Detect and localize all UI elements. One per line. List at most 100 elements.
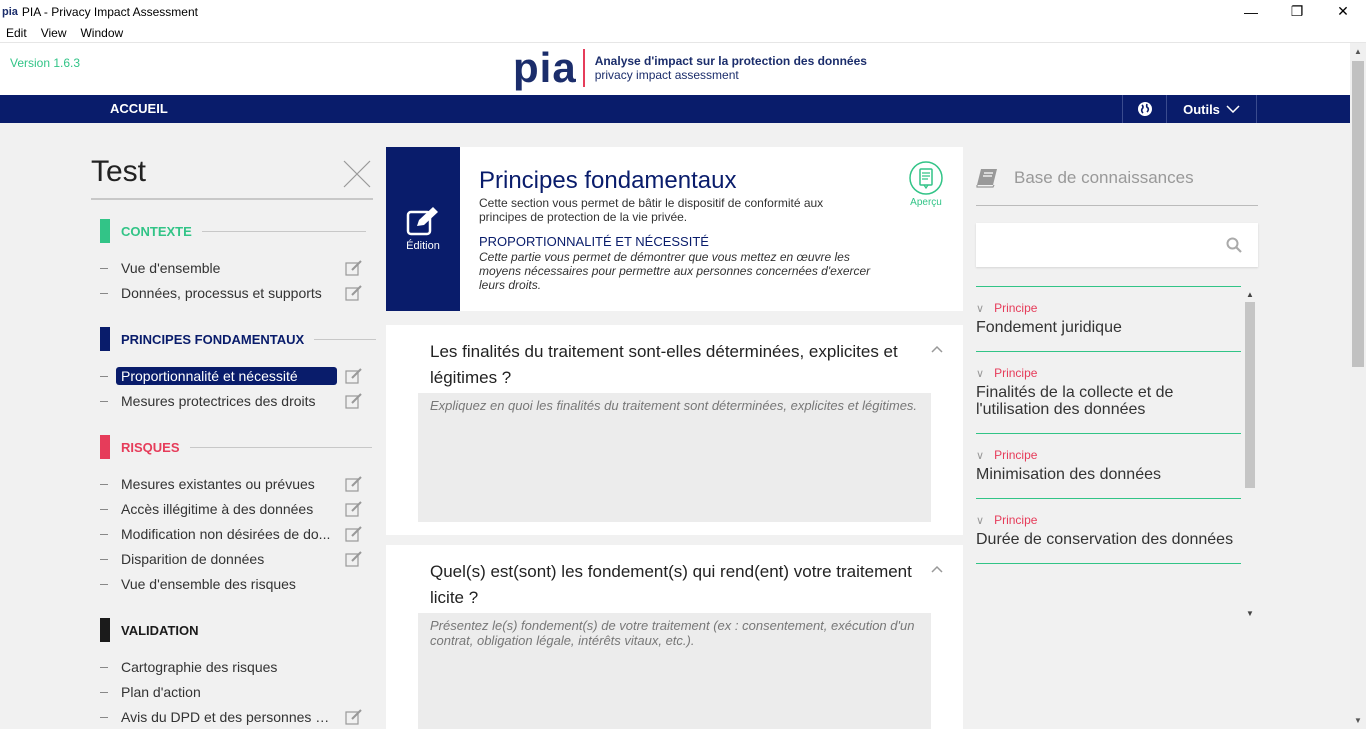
sidebar-item-mesures-droits[interactable]: Mesures protectrices des droits: [100, 390, 365, 412]
logo-tagline-en: privacy impact assessment: [594, 68, 739, 82]
sidebar-item-label-active: Proportionnalité et nécessité: [116, 367, 337, 385]
edition-mode-button[interactable]: Édition: [386, 147, 460, 311]
knowledge-item[interactable]: ∨ Principe Minimisation des données: [976, 434, 1241, 499]
subsection-title: PROPORTIONNALITÉ ET NÉCESSITÉ: [479, 234, 709, 249]
title-divider: [91, 198, 373, 200]
sidebar-item-label: Vue d'ensemble: [121, 260, 221, 276]
knowledge-name: Fondement juridique: [976, 319, 1122, 336]
edit-icon[interactable]: [345, 526, 363, 542]
knowledge-search-input[interactable]: [976, 223, 1258, 267]
sidebar-item-label: Plan d'action: [121, 684, 201, 700]
sidebar-item-modification[interactable]: Modification non désirées de do...: [100, 523, 365, 545]
sidebar-item-vue-risques[interactable]: Vue d'ensemble des risques: [100, 573, 365, 595]
pia-logo[interactable]: pia Analyse d'impact sur la protection d…: [513, 47, 867, 89]
preview-icon: [909, 161, 943, 195]
sidebar-item-label: Cartographie des risques: [121, 659, 278, 675]
sidebar-item-acces-illegitime[interactable]: Accès illégitime à des données: [100, 498, 365, 520]
edit-icon: [406, 207, 438, 236]
tools-label: Outils: [1183, 101, 1220, 117]
book-icon: [976, 169, 997, 188]
subsection-description: Cette partie vous permet de démontrer qu…: [479, 250, 871, 292]
section-contexte: CONTEXTE: [100, 219, 366, 243]
chevron-up-icon[interactable]: [931, 565, 943, 573]
edit-icon[interactable]: [345, 285, 363, 301]
nav-home-link[interactable]: ACCUEIL: [110, 101, 168, 116]
close-icon[interactable]: [341, 158, 373, 190]
knowledge-base-title: Base de connaissances: [1014, 168, 1194, 187]
chevron-down-icon: ∨: [976, 449, 985, 462]
knowledge-category: Principe: [994, 301, 1038, 315]
edit-icon[interactable]: [345, 393, 363, 409]
menu-edit[interactable]: Edit: [6, 26, 27, 40]
section-validation: VALIDATION: [100, 618, 209, 642]
knowledge-name: Minimisation des données: [976, 466, 1161, 483]
logo-separator: [582, 49, 585, 87]
language-button[interactable]: [1122, 95, 1167, 123]
title-bar: pia PIA - Privacy Impact Assessment — ❐ …: [0, 0, 1366, 23]
app-icon: pia: [2, 5, 18, 18]
knowledge-name: Durée de conservation des données: [976, 531, 1234, 548]
window-controls: — ❐ ✕: [1228, 0, 1366, 23]
sidebar-item-label: Vue d'ensemble des risques: [121, 576, 296, 592]
sidebar-item-mesures-existantes[interactable]: Mesures existantes ou prévues: [100, 473, 365, 495]
knowledge-item[interactable]: ∨ Principe Fondement juridique: [976, 287, 1241, 352]
sidebar-item-proportionnalite[interactable]: Proportionnalité et nécessité: [100, 365, 365, 387]
section-divider: [201, 230, 366, 232]
knowledge-item[interactable]: ∨ Principe Finalités de la collecte et de…: [976, 352, 1241, 434]
edit-icon[interactable]: [345, 501, 363, 517]
sidebar-item-disparition[interactable]: Disparition de données: [100, 548, 365, 570]
knowledge-base-header: Base de connaissances: [976, 168, 1194, 188]
section-marker: [100, 219, 110, 243]
chevron-up-icon[interactable]: [931, 345, 943, 353]
knowledge-category: Principe: [994, 366, 1038, 380]
scroll-thumb[interactable]: [1245, 302, 1255, 488]
sidebar-item-cartographie[interactable]: Cartographie des risques: [100, 656, 365, 678]
section-divider: [314, 338, 377, 340]
section-marker: [100, 435, 110, 459]
answer-textarea[interactable]: Expliquez en quoi les finalités du trait…: [418, 393, 931, 522]
sidebar-item-label: Modification non désirées de do...: [121, 526, 331, 542]
restore-button[interactable]: ❐: [1274, 0, 1320, 23]
sidebar-item-donnees[interactable]: Données, processus et supports: [100, 282, 365, 304]
sidebar-item-vue-ensemble[interactable]: Vue d'ensemble: [100, 257, 365, 279]
scroll-down-icon[interactable]: ▼: [1354, 716, 1362, 725]
sidebar-item-label: Accès illégitime à des données: [121, 501, 314, 517]
knowledge-category: Principe: [994, 448, 1038, 462]
section-description: Cette section vous permet de bâtir le di…: [479, 196, 824, 224]
edit-icon[interactable]: [345, 476, 363, 492]
minimize-button[interactable]: —: [1228, 0, 1274, 23]
section-label: CONTEXTE: [121, 223, 192, 239]
sidebar-item-label: Avis du DPD et des personnes c...: [121, 709, 333, 725]
answer-textarea[interactable]: Présentez le(s) fondement(s) de votre tr…: [418, 613, 931, 729]
globe-icon: [1137, 102, 1152, 116]
close-window-button[interactable]: ✕: [1320, 0, 1366, 23]
search-icon[interactable]: [1226, 237, 1242, 253]
menu-window[interactable]: Window: [80, 26, 123, 40]
scroll-down-icon[interactable]: ▼: [1246, 609, 1254, 618]
section-marker: [100, 618, 110, 642]
scroll-up-icon[interactable]: ▲: [1354, 47, 1362, 56]
sidebar-item-avis-dpd[interactable]: Avis du DPD et des personnes c...: [100, 706, 365, 728]
scroll-up-icon[interactable]: ▲: [1246, 290, 1254, 299]
edit-icon[interactable]: [345, 368, 363, 384]
scroll-thumb[interactable]: [1352, 61, 1364, 367]
knowledge-scrollbar[interactable]: ▲ ▼: [1244, 290, 1256, 618]
section-label: PRINCIPES FONDAMENTAUX: [121, 331, 305, 347]
menu-bar: Edit View Window: [0, 23, 1366, 43]
version-label: Version 1.6.3: [10, 56, 81, 70]
tools-dropdown[interactable]: Outils: [1167, 95, 1257, 123]
edit-icon[interactable]: [345, 551, 363, 567]
pia-title[interactable]: Test: [91, 155, 146, 189]
section-label: RISQUES: [121, 439, 180, 455]
preview-button[interactable]: Aperçu: [906, 161, 946, 208]
edit-icon[interactable]: [345, 709, 363, 725]
page-scrollbar[interactable]: ▲ ▼: [1350, 43, 1366, 729]
edit-icon[interactable]: [345, 260, 363, 276]
menu-view[interactable]: View: [41, 26, 67, 40]
chevron-down-icon: [1226, 105, 1240, 113]
sidebar-item-plan-action[interactable]: Plan d'action: [100, 681, 365, 703]
section-divider: [189, 446, 372, 448]
knowledge-item[interactable]: ∨ Principe Durée de conservation des donn…: [976, 499, 1241, 564]
chevron-down-icon: ∨: [976, 514, 985, 527]
app-header: Version 1.6.3 pia Analyse d'impact sur l…: [0, 43, 1350, 95]
